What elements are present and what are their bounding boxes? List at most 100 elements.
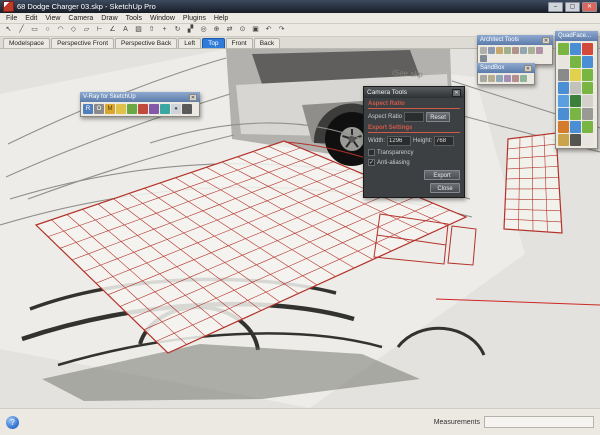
architect-tool-icon[interactable] — [528, 47, 535, 54]
scale-tool-icon[interactable]: ▞ — [185, 25, 196, 35]
tab-top[interactable]: Top — [202, 38, 224, 48]
architect-tools-titlebar[interactable]: Architect Tools ✕ — [477, 35, 553, 45]
vray-render-icon[interactable]: R — [83, 104, 93, 114]
vray-light-ies-icon[interactable] — [160, 104, 170, 114]
menu-window[interactable]: Window — [146, 15, 179, 22]
vray-toolbar-titlebar[interactable]: V-Ray for SketchUp ✕ — [80, 92, 200, 102]
reset-button[interactable]: Reset — [426, 112, 450, 122]
tab-left[interactable]: Left — [178, 38, 201, 48]
quadface-tool-icon[interactable] — [570, 134, 581, 146]
width-input[interactable] — [387, 136, 411, 146]
antialiasing-checkbox[interactable]: ✓ — [368, 159, 375, 166]
sandbox-tool-icon[interactable] — [480, 75, 487, 82]
quadface-tool-icon[interactable] — [582, 108, 593, 120]
quadface-tool-icon[interactable] — [582, 43, 593, 55]
menu-tools[interactable]: Tools — [122, 15, 146, 22]
quadface-tool-icon[interactable] — [582, 121, 593, 133]
quadface-tool-icon[interactable] — [582, 56, 593, 68]
quadface-tool-icon[interactable] — [570, 69, 581, 81]
quadface-tool-icon[interactable] — [558, 56, 569, 68]
quadface-tool-icon[interactable] — [570, 82, 581, 94]
aspect-ratio-input[interactable] — [404, 112, 424, 122]
zoom-extents-icon[interactable]: ▣ — [250, 25, 261, 35]
vray-light-dome-icon[interactable] — [149, 104, 159, 114]
camera-tools-titlebar[interactable]: Camera Tools ✕ — [364, 87, 464, 98]
quadface-tool-icon[interactable] — [570, 56, 581, 68]
quadface-tool-icon[interactable] — [582, 82, 593, 94]
architect-tool-icon[interactable] — [488, 47, 495, 54]
architect-tool-icon[interactable] — [512, 47, 519, 54]
menu-file[interactable]: File — [2, 15, 21, 22]
menu-edit[interactable]: Edit — [21, 15, 41, 22]
quadface-tool-icon[interactable] — [558, 69, 569, 81]
menu-help[interactable]: Help — [210, 15, 232, 22]
vray-infinite-plane-icon[interactable] — [182, 104, 192, 114]
protractor-icon[interactable]: ∠ — [107, 25, 118, 35]
rotate-tool-icon[interactable]: ↻ — [172, 25, 183, 35]
quadface-tool-icon[interactable] — [558, 43, 569, 55]
circle-tool-icon[interactable]: ○ — [42, 25, 53, 35]
tab-perspective-back[interactable]: Perspective Back — [115, 38, 177, 48]
sandbox-titlebar[interactable]: SandBox ✕ — [477, 63, 535, 73]
quadface-tool-icon[interactable] — [570, 121, 581, 133]
height-input[interactable] — [434, 136, 454, 146]
tab-back[interactable]: Back — [254, 38, 280, 48]
quadface-tool-icon[interactable] — [570, 95, 581, 107]
menu-draw[interactable]: Draw — [97, 15, 121, 22]
select-tool-icon[interactable]: ↖ — [3, 25, 14, 35]
menu-camera[interactable]: Camera — [64, 15, 97, 22]
close-icon[interactable]: ✕ — [452, 89, 461, 97]
paint-bucket-icon[interactable]: ▨ — [133, 25, 144, 35]
orbit-tool-icon[interactable]: ⊕ — [211, 25, 222, 35]
push-pull-icon[interactable]: ⇧ — [146, 25, 157, 35]
quadface-tool-icon[interactable] — [558, 108, 569, 120]
measurements-input[interactable] — [484, 416, 594, 428]
tape-measure-icon[interactable]: ⊢ — [94, 25, 105, 35]
undo-icon[interactable]: ↶ — [263, 25, 274, 35]
tab-front[interactable]: Front — [226, 38, 253, 48]
tab-modelspace[interactable]: Modelspace — [3, 38, 50, 48]
line-tool-icon[interactable]: ╱ — [16, 25, 27, 35]
menu-plugins[interactable]: Plugins — [179, 15, 210, 22]
transparency-checkbox[interactable] — [368, 149, 375, 156]
quadface-tool-icon[interactable] — [582, 134, 593, 146]
minimize-button[interactable]: – — [548, 2, 563, 12]
sandbox-tool-icon[interactable] — [488, 75, 495, 82]
vray-light-omni-icon[interactable] — [116, 104, 126, 114]
eraser-tool-icon[interactable]: ▱ — [81, 25, 92, 35]
arc-tool-icon[interactable]: ◠ — [55, 25, 66, 35]
redo-icon[interactable]: ↷ — [276, 25, 287, 35]
architect-tool-icon[interactable] — [520, 47, 527, 54]
zoom-tool-icon[interactable]: ⊙ — [237, 25, 248, 35]
close-button[interactable]: ✕ — [582, 2, 597, 12]
architect-tool-icon[interactable] — [480, 55, 487, 62]
text-tool-icon[interactable]: A — [120, 25, 131, 35]
polygon-tool-icon[interactable]: ◇ — [68, 25, 79, 35]
quadface-titlebar[interactable]: QuadFace... — [555, 31, 598, 41]
architect-tool-icon[interactable] — [480, 47, 487, 54]
close-icon[interactable]: ✕ — [189, 94, 197, 101]
move-tool-icon[interactable]: + — [159, 25, 170, 35]
architect-tool-icon[interactable] — [536, 47, 543, 54]
quadface-tool-icon[interactable] — [570, 43, 581, 55]
quadface-tool-icon[interactable] — [558, 134, 569, 146]
vray-light-spot-icon[interactable] — [138, 104, 148, 114]
sandbox-tool-icon[interactable] — [504, 75, 511, 82]
close-icon[interactable]: ✕ — [524, 65, 532, 72]
quadface-tool-icon[interactable] — [558, 121, 569, 133]
close-button[interactable]: Close — [430, 183, 460, 193]
quadface-tool-icon[interactable] — [570, 108, 581, 120]
vray-material-editor-icon[interactable]: M — [105, 104, 115, 114]
vray-options-icon[interactable]: O — [94, 104, 104, 114]
sandbox-tool-icon[interactable] — [496, 75, 503, 82]
quadface-tool-icon[interactable] — [558, 82, 569, 94]
offset-tool-icon[interactable]: ◎ — [198, 25, 209, 35]
sandbox-tool-icon[interactable] — [512, 75, 519, 82]
vray-light-rect-icon[interactable] — [127, 104, 137, 114]
geolocation-status-icon[interactable]: ? — [6, 416, 19, 429]
export-button[interactable]: Export — [424, 170, 460, 180]
tab-perspective-front[interactable]: Perspective Front — [51, 38, 114, 48]
vray-sphere-icon[interactable]: ● — [171, 104, 181, 114]
maximize-button[interactable]: ▢ — [565, 2, 580, 12]
sandbox-tool-icon[interactable] — [520, 75, 527, 82]
